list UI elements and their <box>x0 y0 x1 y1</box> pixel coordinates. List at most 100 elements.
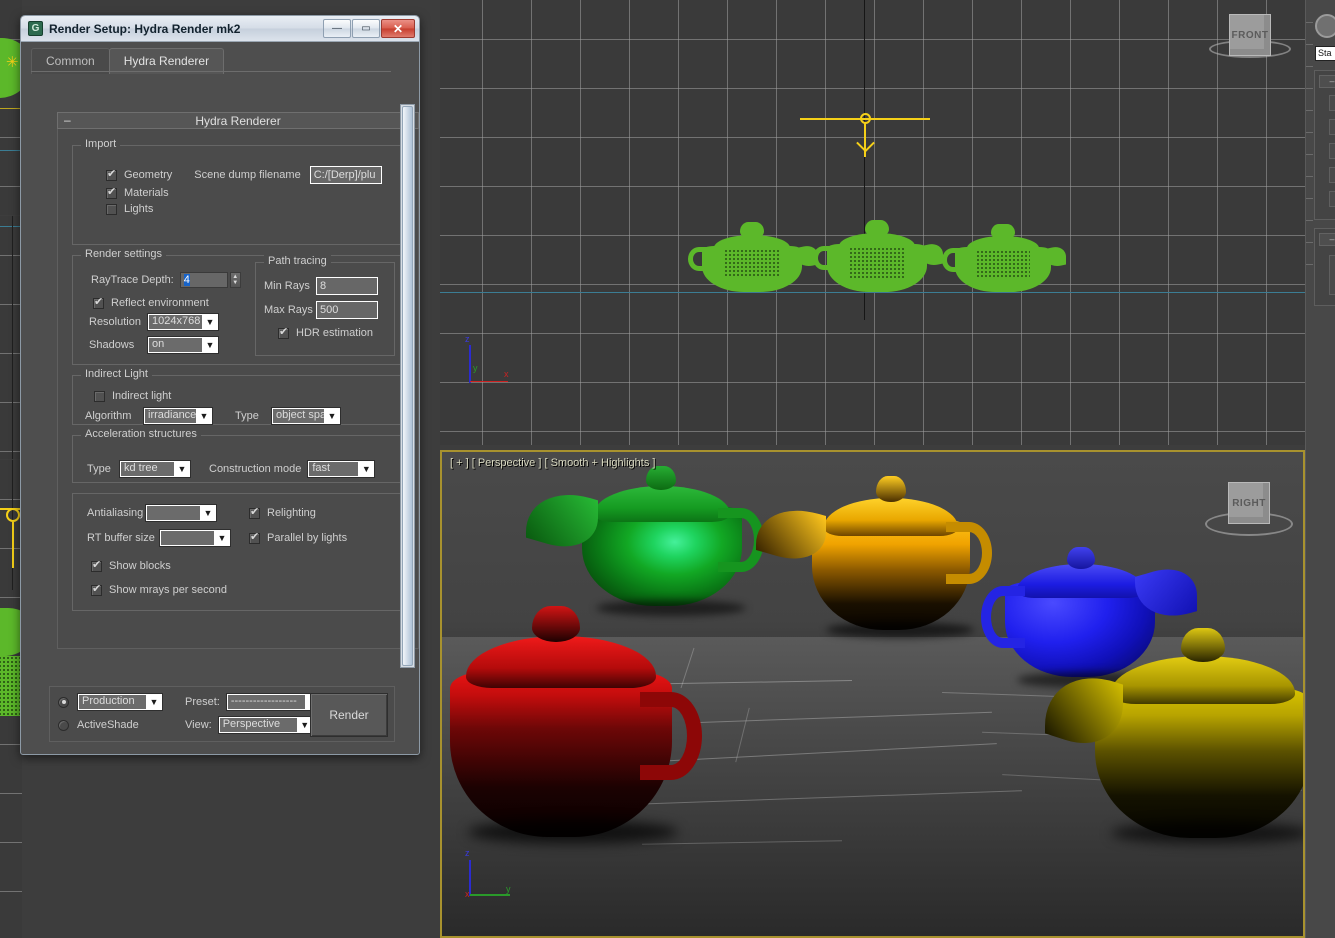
shadows-value: on <box>149 338 202 352</box>
dialog-bottom-bar: Production ▼ Preset: ------------------ … <box>49 686 395 742</box>
show-mrays-label: Show mrays per second <box>109 584 227 596</box>
command-panel[interactable]: Sta – – <box>1305 0 1335 938</box>
left-viewport-top[interactable]: ✳ <box>0 0 22 215</box>
scene-dump-filename-input[interactable]: C:/[Derp]/plu <box>310 166 382 184</box>
parallel-by-lights-label: Parallel by lights <box>267 532 347 544</box>
indirect-type-dropdown[interactable]: object spa ▼ <box>271 407 341 425</box>
chevron-down-icon[interactable]: ▼ <box>324 408 340 424</box>
maximize-button[interactable]: ▭ <box>352 19 380 38</box>
resolution-dropdown[interactable]: 1024x768 ▼ <box>147 313 219 331</box>
teapot-orange[interactable] <box>792 472 992 637</box>
resolution-label: Resolution <box>89 316 147 328</box>
teapot-green[interactable] <box>560 462 770 612</box>
show-mrays-checkbox[interactable] <box>91 585 102 596</box>
left-viewport-middle[interactable] <box>0 216 22 459</box>
front-viewport[interactable]: z x y FRONT <box>440 0 1305 445</box>
chevron-down-icon[interactable]: ▼ <box>358 461 374 477</box>
left-viewport-bottom[interactable] <box>0 460 22 938</box>
acceleration-type-label: Type <box>87 463 119 475</box>
chevron-down-icon[interactable]: ▼ <box>174 461 190 477</box>
hydra-renderer-rollout: – Hydra Renderer Import Geometry Scene d… <box>57 112 419 649</box>
parallel-by-lights-checkbox[interactable] <box>249 533 260 544</box>
reflect-environment-checkbox[interactable] <box>93 298 104 309</box>
close-button[interactable]: ✕ <box>381 19 415 38</box>
hdr-estimation-label: HDR estimation <box>296 327 373 339</box>
materials-checkbox[interactable] <box>106 188 117 199</box>
window-controls[interactable]: — ▭ ✕ <box>323 19 415 38</box>
preset-value: ------------------ <box>228 695 305 709</box>
dialog-scrollbar[interactable] <box>400 104 415 668</box>
chevron-down-icon[interactable]: ▼ <box>200 505 216 521</box>
right-viewcube[interactable]: RIGHT <box>1202 478 1297 546</box>
wire-teapot-3[interactable] <box>955 224 1051 292</box>
min-rays-input[interactable]: 8 <box>316 277 378 295</box>
acceleration-type-value: kd tree <box>121 462 174 476</box>
path-tracing-group: Path tracing Min Rays 8 Max Rays 500 <box>255 262 395 356</box>
chevron-down-icon[interactable]: ▼ <box>214 530 230 546</box>
rollout-panel-1[interactable]: – <box>1314 70 1335 220</box>
grid-center-line <box>12 216 13 459</box>
lights-checkbox[interactable] <box>106 204 117 215</box>
max-logo-icon: G <box>28 21 43 36</box>
production-radio[interactable] <box>58 697 69 708</box>
chevron-down-icon[interactable]: ▼ <box>146 694 162 710</box>
teapot-yellow[interactable] <box>1067 622 1305 852</box>
front-viewcube[interactable]: FRONT <box>1205 8 1295 70</box>
max-rays-input[interactable]: 500 <box>316 301 378 319</box>
activeshade-label: ActiveShade <box>77 719 163 731</box>
production-dropdown[interactable]: Production ▼ <box>77 693 163 711</box>
view-label: View: <box>185 719 212 731</box>
relighting-checkbox[interactable] <box>249 508 260 519</box>
rollout-panel-2[interactable]: – <box>1314 228 1335 306</box>
rollout-header[interactable]: – Hydra Renderer <box>57 112 419 129</box>
shadows-dropdown[interactable]: on ▼ <box>147 336 219 354</box>
indirect-light-group: Indirect Light Indirect light Algorithm … <box>72 375 404 425</box>
relighting-label: Relighting <box>267 507 316 519</box>
direct-light-gizmo[interactable] <box>800 112 930 157</box>
preset-dropdown[interactable]: ------------------ ▼ <box>226 693 322 711</box>
rt-buffer-size-dropdown[interactable]: ▼ <box>159 529 231 547</box>
rollout-collapse-icon[interactable]: – <box>1319 75 1335 88</box>
light-gizmo-stem <box>12 522 14 568</box>
algorithm-dropdown[interactable]: irradiance ▼ <box>143 407 213 425</box>
perspective-viewport[interactable]: [ + ] [ Perspective ] [ Smooth + Highlig… <box>440 450 1305 938</box>
hdr-estimation-checkbox[interactable] <box>278 328 289 339</box>
raytrace-depth-label: RayTrace Depth: <box>91 274 174 286</box>
antialiasing-dropdown[interactable]: ▼ <box>145 504 217 522</box>
construction-mode-dropdown[interactable]: fast ▼ <box>307 460 375 478</box>
geometry-checkbox[interactable] <box>106 170 117 181</box>
wire-teapot-partial-2 <box>0 656 22 716</box>
activeshade-radio[interactable] <box>58 720 69 731</box>
geometry-label: Geometry <box>124 169 172 181</box>
show-blocks-checkbox[interactable] <box>91 561 102 572</box>
raytrace-depth-spinner[interactable]: ▲▼ <box>230 272 241 288</box>
rollout-collapse-icon[interactable]: – <box>64 114 71 127</box>
view-dropdown[interactable]: Perspective ▼ <box>218 716 314 734</box>
rollout-collapse-icon-2[interactable]: – <box>1319 233 1335 246</box>
wire-teapot-partial <box>0 608 22 656</box>
scene-dump-filename-label: Scene dump filename <box>194 169 300 181</box>
import-group-title: Import <box>81 138 120 150</box>
misc-settings-group: Antialiasing ▼ Relighting RT buff <box>72 493 404 611</box>
preset-label: Preset: <box>185 696 220 708</box>
production-value: Production <box>79 695 146 709</box>
raytrace-depth-input[interactable]: 4 <box>180 272 228 288</box>
chevron-down-icon[interactable]: ▼ <box>202 314 218 330</box>
indirect-light-checkbox[interactable] <box>94 391 105 402</box>
status-field[interactable]: Sta <box>1315 46 1335 61</box>
dialog-scrollbar-thumb[interactable] <box>402 106 413 666</box>
dialog-title-bar[interactable]: G Render Setup: Hydra Render mk2 — ▭ ✕ <box>21 16 419 42</box>
grid-axis-line <box>0 226 22 227</box>
acceleration-type-dropdown[interactable]: kd tree ▼ <box>119 460 191 478</box>
show-blocks-label: Show blocks <box>109 560 171 572</box>
teapot-red[interactable] <box>440 602 702 852</box>
minimize-button[interactable]: — <box>323 19 351 38</box>
rt-buffer-size-value <box>161 531 214 545</box>
chevron-down-icon[interactable]: ▼ <box>202 337 218 353</box>
render-setup-dialog[interactable]: G Render Setup: Hydra Render mk2 — ▭ ✕ C… <box>20 15 420 755</box>
rotate-gizmo-icon[interactable] <box>1315 14 1335 38</box>
wire-teapot-2[interactable] <box>827 220 927 292</box>
render-button[interactable]: Render <box>310 693 388 737</box>
wire-teapot-1[interactable] <box>702 222 802 292</box>
chevron-down-icon[interactable]: ▼ <box>196 408 212 424</box>
